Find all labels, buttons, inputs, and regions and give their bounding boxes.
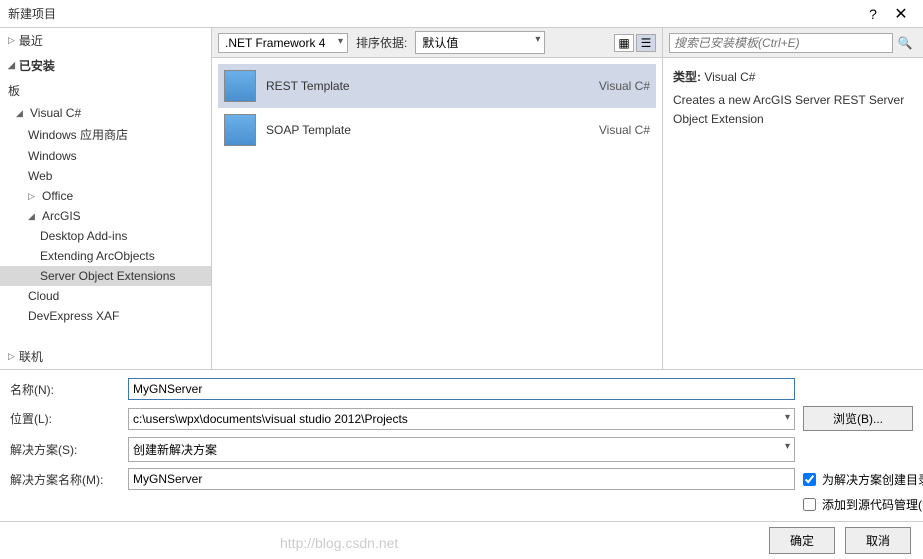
nav-web[interactable]: Web <box>0 166 211 186</box>
template-name: SOAP Template <box>266 123 560 137</box>
nav-devexpress-xaf[interactable]: DevExpress XAF <box>0 306 211 326</box>
location-combo[interactable]: c:\users\wpx\documents\visual studio 201… <box>128 408 795 430</box>
nav-cloud[interactable]: Cloud <box>0 286 211 306</box>
nav-visual-csharp[interactable]: ◢Visual C# <box>0 103 211 123</box>
nav-server-object-extensions[interactable]: Server Object Extensions <box>0 266 211 286</box>
search-input[interactable] <box>669 33 893 53</box>
nav-office[interactable]: ▷Office <box>0 186 211 206</box>
nav-installed[interactable]: ◢已安装 <box>0 53 211 78</box>
dialog-title: 新建项目 <box>8 5 859 22</box>
button-row: 确定 取消 <box>0 521 923 559</box>
nav-arcgis[interactable]: ◢ArcGIS <box>0 206 211 226</box>
framework-dropdown[interactable]: .NET Framework 4 <box>218 33 348 53</box>
nav-windows-store[interactable]: Windows 应用商店 <box>0 123 211 146</box>
add-scm-checkbox[interactable] <box>803 498 816 511</box>
nav-desktop-addins[interactable]: Desktop Add-ins <box>0 226 211 246</box>
toolbar: .NET Framework 4 排序依据: 默认值 ▦ ☰ <box>212 28 662 58</box>
close-icon[interactable]: ✕ <box>887 4 915 24</box>
detail-type-value: Visual C# <box>704 70 755 84</box>
help-icon[interactable]: ? <box>859 6 887 22</box>
template-soap[interactable]: SOAP Template Visual C# <box>218 108 656 152</box>
nav-panel: ▷最近 ◢已安装 板 ◢Visual C# Windows 应用商店 Windo… <box>0 28 212 369</box>
name-label: 名称(N): <box>10 381 120 398</box>
template-list: REST Template Visual C# SOAP Template Vi… <box>212 58 662 369</box>
search-row: 🔍 <box>663 28 923 58</box>
titlebar: 新建项目 ? ✕ <box>0 0 923 28</box>
sort-dropdown[interactable]: 默认值 <box>415 31 545 54</box>
template-icon <box>224 70 256 102</box>
create-dir-label: 为解决方案创建目录(D) <box>822 471 923 488</box>
nav-recent[interactable]: ▷最近 <box>0 28 211 53</box>
solution-combo[interactable]: 创建新解决方案 <box>128 437 795 462</box>
create-dir-checkbox[interactable] <box>803 473 816 486</box>
main-area: ▷最近 ◢已安装 板 ◢Visual C# Windows 应用商店 Windo… <box>0 28 923 369</box>
center-panel: .NET Framework 4 排序依据: 默认值 ▦ ☰ REST Temp… <box>212 28 663 369</box>
solution-name-input[interactable] <box>128 468 795 490</box>
chevron-down-icon: ◢ <box>8 60 15 71</box>
template-icon <box>224 114 256 146</box>
search-icon[interactable]: 🔍 <box>893 36 917 50</box>
view-small-icon[interactable]: ▦ <box>614 34 634 52</box>
nav-windows[interactable]: Windows <box>0 146 211 166</box>
chevron-right-icon: ▷ <box>28 191 38 202</box>
chevron-right-icon: ▷ <box>8 351 15 362</box>
chevron-down-icon: ◢ <box>16 108 26 119</box>
name-input[interactable] <box>128 378 795 400</box>
chevron-right-icon: ▷ <box>8 35 15 46</box>
view-list-icon[interactable]: ☰ <box>636 34 656 52</box>
ok-button[interactable]: 确定 <box>769 527 835 554</box>
cancel-button[interactable]: 取消 <box>845 527 911 554</box>
add-scm-label: 添加到源代码管理(U) <box>822 496 923 513</box>
nav-group-templates: 板 <box>0 78 211 103</box>
bottom-form: 名称(N): 位置(L): c:\users\wpx\documents\vis… <box>0 369 923 521</box>
detail-description: Creates a new ArcGIS Server REST Server … <box>673 91 913 129</box>
sort-label: 排序依据: <box>356 34 407 51</box>
nav-online[interactable]: ▷联机 <box>0 344 211 369</box>
detail-panel: 类型: Visual C# Creates a new ArcGIS Serve… <box>663 58 923 140</box>
location-label: 位置(L): <box>10 410 120 427</box>
right-panel: 🔍 类型: Visual C# Creates a new ArcGIS Ser… <box>663 28 923 369</box>
nav-extending-arcobjects[interactable]: Extending ArcObjects <box>0 246 211 266</box>
template-lang: Visual C# <box>570 123 650 137</box>
template-lang: Visual C# <box>570 79 650 93</box>
chevron-down-icon: ◢ <box>28 211 38 222</box>
browse-button[interactable]: 浏览(B)... <box>803 406 913 431</box>
solution-name-label: 解决方案名称(M): <box>10 471 120 488</box>
solution-label: 解决方案(S): <box>10 441 120 458</box>
template-rest[interactable]: REST Template Visual C# <box>218 64 656 108</box>
detail-type-label: 类型: <box>673 70 701 84</box>
template-name: REST Template <box>266 79 560 93</box>
